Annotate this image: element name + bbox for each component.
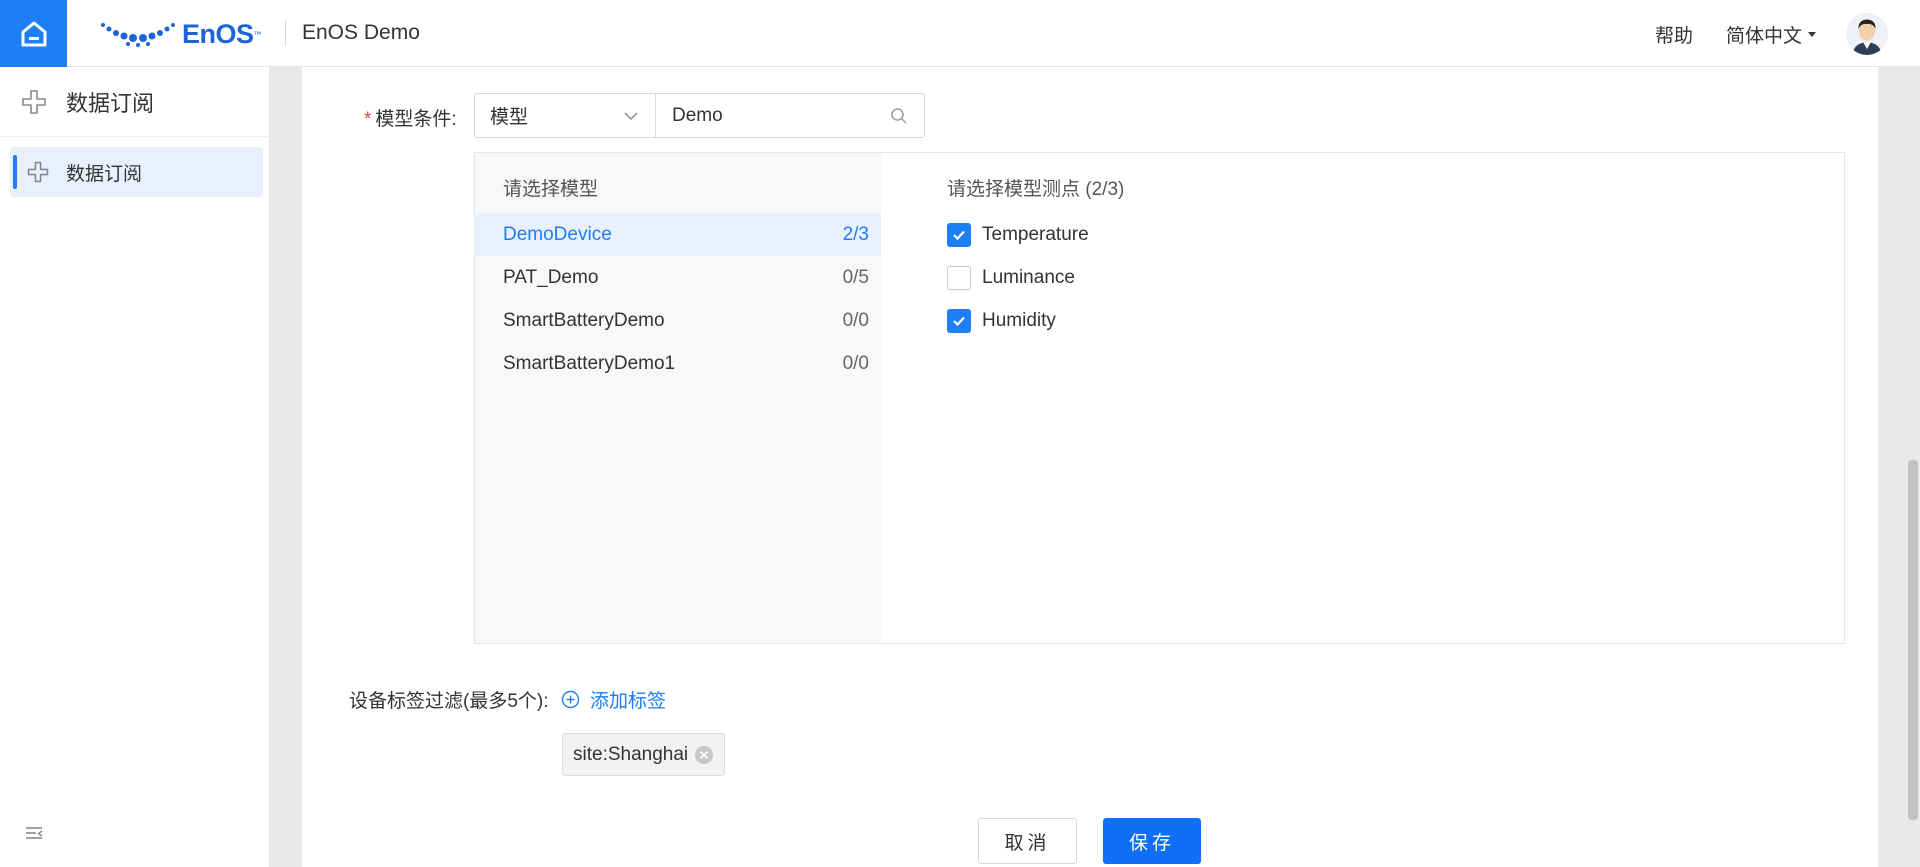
top-header: EnOS ™ EnOS Demo 帮助 简体中文	[0, 0, 1920, 67]
cancel-button[interactable]: 取消	[978, 818, 1077, 864]
plugin-icon	[27, 161, 49, 183]
model-condition-text: 模型条件:	[375, 109, 457, 130]
sidebar-item-label: 数据订阅	[66, 163, 143, 185]
model-row[interactable]: PAT_Demo 0/5	[475, 256, 881, 299]
save-button[interactable]: 保存	[1103, 818, 1201, 864]
model-name: DemoDevice	[503, 223, 612, 245]
sidebar: 数据订阅 数据订阅	[0, 67, 270, 867]
language-selector[interactable]: 简体中文	[1726, 21, 1817, 48]
active-indicator	[13, 155, 17, 189]
check-icon	[953, 316, 965, 327]
model-type-value: 模型	[490, 107, 529, 128]
collapse-sidebar-button[interactable]	[24, 825, 44, 843]
point-label: Luminance	[982, 267, 1075, 288]
model-list-pane: 请选择模型 DemoDevice 2/3 PAT_Demo 0/5 SmartB…	[475, 153, 881, 643]
language-label: 简体中文	[1726, 26, 1803, 47]
model-count: 0/0	[842, 309, 869, 331]
plugin-icon	[22, 89, 46, 114]
enos-logo: EnOS ™	[100, 19, 262, 49]
model-type-select[interactable]: 模型	[474, 93, 656, 138]
caret-down-icon	[1808, 32, 1817, 37]
sidebar-header: 数据订阅	[0, 67, 269, 137]
close-circle-icon[interactable]	[694, 745, 714, 765]
model-count: 2/3	[842, 223, 869, 245]
user-avatar-icon	[1846, 13, 1888, 55]
scrollbar-thumb[interactable]	[1908, 460, 1918, 820]
tag-chip: site:Shanghai	[562, 733, 726, 776]
header-divider	[285, 20, 286, 46]
add-tag-label: 添加标签	[590, 691, 667, 712]
model-count: 0/5	[842, 266, 869, 288]
model-row[interactable]: SmartBatteryDemo1 0/0	[475, 342, 881, 385]
logo-text: EnOS	[182, 18, 254, 49]
model-search-field[interactable]	[655, 93, 925, 138]
point-label: Temperature	[982, 224, 1089, 245]
model-picker-panel: 请选择模型 DemoDevice 2/3 PAT_Demo 0/5 SmartB…	[474, 152, 1845, 644]
model-count: 0/0	[842, 352, 869, 374]
tag-filter-label: 设备标签过滤(最多5个):	[349, 691, 549, 712]
sidebar-item-data-subscription[interactable]: 数据订阅	[10, 147, 263, 197]
checkbox[interactable]	[947, 266, 971, 290]
plus-circle-icon	[561, 690, 580, 709]
model-row[interactable]: SmartBatteryDemo 0/0	[475, 299, 881, 342]
add-tag-button[interactable]: 添加标签	[561, 686, 666, 713]
models-title: 请选择模型	[503, 179, 599, 200]
checkbox[interactable]	[947, 223, 971, 247]
model-search-input[interactable]	[672, 104, 882, 127]
model-name: SmartBatteryDemo	[503, 309, 665, 331]
help-link[interactable]: 帮助	[1655, 21, 1693, 48]
home-button[interactable]	[0, 0, 67, 67]
points-title: 请选择模型测点 (2/3)	[947, 179, 1125, 200]
logo-trademark: ™	[253, 29, 262, 39]
model-name: PAT_Demo	[503, 266, 599, 288]
model-name: SmartBatteryDemo1	[503, 352, 676, 374]
point-item-luminance[interactable]: Luminance	[947, 263, 1075, 293]
check-icon	[953, 230, 965, 241]
point-item-temperature[interactable]: Temperature	[947, 220, 1089, 250]
avatar[interactable]	[1846, 13, 1888, 55]
sidebar-title: 数据订阅	[66, 90, 155, 116]
app-title: EnOS Demo	[302, 21, 420, 44]
point-item-humidity[interactable]: Humidity	[947, 306, 1056, 336]
checkbox[interactable]	[947, 309, 971, 333]
home-icon	[21, 21, 46, 46]
tag-label: site:Shanghai	[573, 743, 689, 765]
model-condition-label: * 模型条件:	[364, 104, 457, 131]
search-icon[interactable]	[890, 107, 908, 125]
chevron-down-icon	[624, 112, 638, 121]
menu-collapse-icon	[26, 827, 43, 839]
logo-dots-icon	[101, 23, 175, 47]
required-marker: *	[364, 109, 372, 130]
model-row[interactable]: DemoDevice 2/3	[475, 213, 881, 256]
point-label: Humidity	[982, 310, 1056, 331]
